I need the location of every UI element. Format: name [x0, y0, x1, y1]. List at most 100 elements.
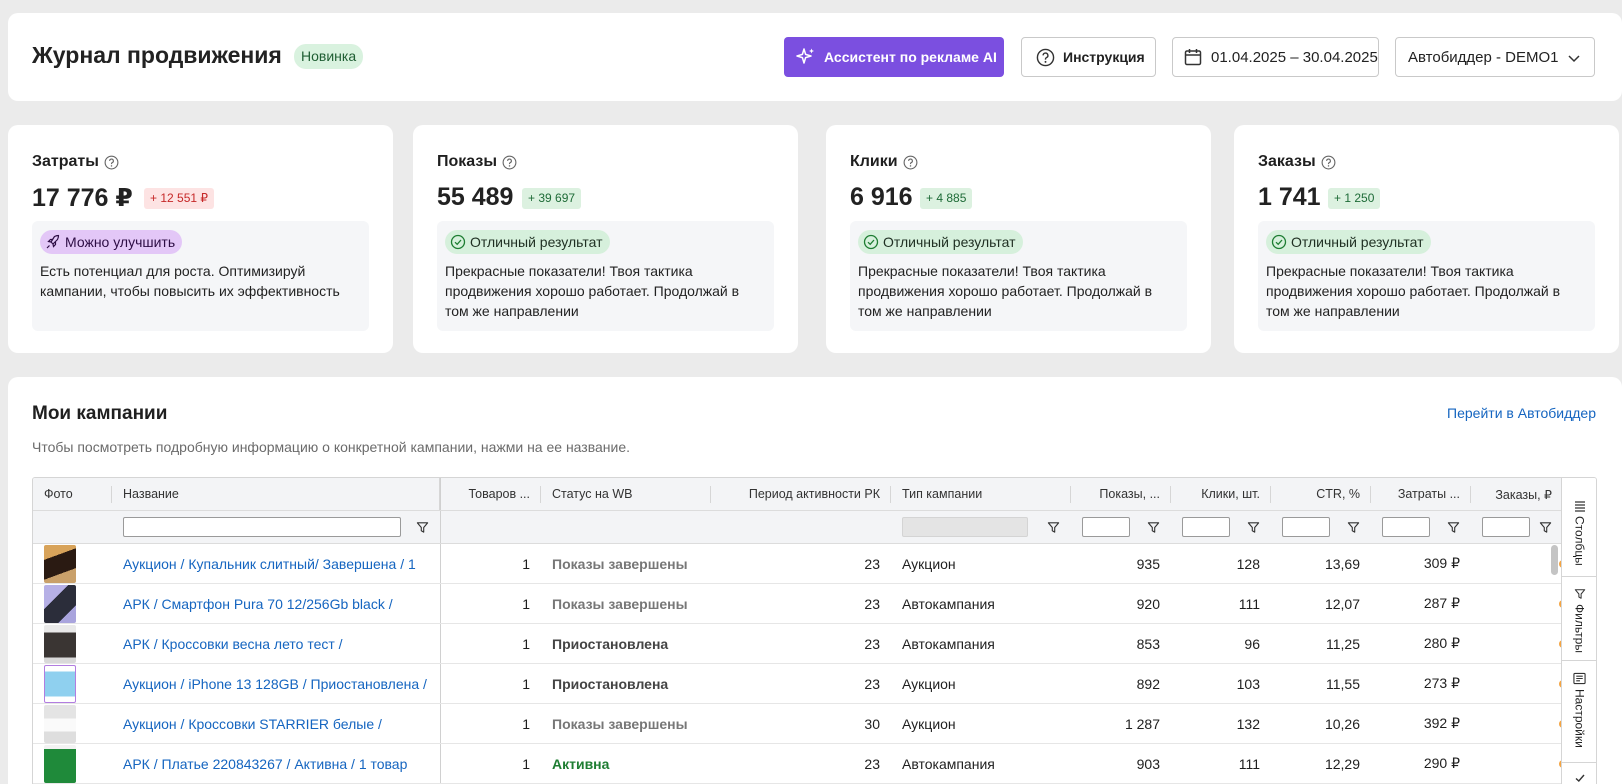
metric-tag-label: Отличный результат	[1291, 234, 1424, 250]
items-cell: 1	[522, 555, 530, 572]
orders-cell	[1471, 584, 1563, 623]
cost-cell: 273 ₽	[1423, 675, 1460, 691]
metric-card-views: Показы 55 489 + 39 697 Отличный результа…	[413, 125, 798, 353]
filter-icon[interactable]	[416, 521, 429, 534]
table-row[interactable]: Аукцион / Кроссовки STARRIER белые / 1 П…	[33, 704, 1563, 744]
table-row[interactable]: АРК / Кроссовки весна лето тест / 1 Прио…	[33, 624, 1563, 664]
column-header[interactable]: Название	[112, 478, 441, 510]
name-cell: АРК / Смартфон Pura 70 12/256Gb black /	[112, 584, 441, 623]
name-cell: Аукцион / Купальник слитный/ Завершена /…	[112, 544, 441, 583]
campaign-name-link[interactable]: Аукцион / Кроссовки STARRIER белые /	[123, 716, 382, 732]
help-icon[interactable]	[502, 155, 517, 170]
type-filter-select[interactable]	[902, 517, 1028, 537]
campaign-name-link[interactable]: АРК / Платье 220843267 / Активна / 1 тов…	[123, 756, 407, 772]
filter-icon[interactable]	[1047, 521, 1060, 534]
name-cell: АРК / Кроссовки весна лето тест /	[112, 624, 441, 663]
metric-label: Клики	[850, 153, 918, 171]
check-icon	[1575, 774, 1585, 782]
metric-label-text: Клики	[850, 153, 898, 170]
product-photo	[44, 624, 76, 663]
clicks-cell: 132	[1236, 715, 1260, 732]
column-header[interactable]: Фото	[33, 478, 112, 510]
bidder-select[interactable]: Автобиддер - DEMO1	[1395, 37, 1595, 77]
ctr-cell: 11,25	[1326, 635, 1360, 652]
column-header[interactable]: CTR, %	[1271, 478, 1371, 510]
metric-value: 17 776 ₽	[32, 184, 133, 212]
column-header[interactable]: Клики, шт.	[1171, 478, 1271, 510]
filter-icon[interactable]	[1247, 521, 1260, 534]
help-icon[interactable]	[903, 155, 918, 170]
vertical-scrollbar[interactable]	[1551, 545, 1558, 575]
filter-icon[interactable]	[1447, 521, 1460, 534]
orders-cell	[1471, 664, 1563, 703]
ai-assistant-button[interactable]: Ассистент по рекламе AI	[784, 37, 1004, 77]
column-header[interactable]: Тип кампании	[891, 478, 1071, 510]
metric-label: Заказы	[1258, 153, 1336, 171]
cost-cell: 309 ₽	[1423, 555, 1460, 571]
metric-delta: + 4 885	[920, 188, 973, 209]
filters-panel-button[interactable]: Фильтры	[1562, 588, 1596, 653]
column-header[interactable]: Статус на WB	[541, 478, 711, 510]
metric-tag: Отличный результат	[858, 230, 1023, 254]
metric-text: Прекрасные показатели! Твоя тактика прод…	[445, 263, 740, 319]
autobidder-link[interactable]: Перейти в Автобиддер	[1447, 405, 1596, 421]
campaign-name-link[interactable]: Аукцион / iPhone 13 128GB / Приостановле…	[123, 676, 427, 692]
views-filter-input[interactable]	[1082, 517, 1130, 537]
status-label: Показы завершены	[552, 595, 688, 612]
column-header[interactable]: Период активности РК	[711, 478, 891, 510]
check-panel-button[interactable]	[1562, 772, 1596, 784]
metric-card-clicks: Клики 6 916 + 4 885 Отличный результат П…	[826, 125, 1211, 353]
panel-divider	[1562, 660, 1596, 661]
views-cell: 892	[1136, 675, 1160, 692]
column-header[interactable]: Показы, ...	[1071, 478, 1171, 510]
clicks-filter-input[interactable]	[1182, 517, 1230, 537]
column-header[interactable]: Затраты ...	[1371, 478, 1471, 510]
settings-panel-button[interactable]: Настройки	[1562, 672, 1596, 748]
ctr-cell: 13,69	[1324, 555, 1360, 572]
table-row[interactable]: АРК / Платье 220843267 / Активна / 1 тов…	[33, 744, 1563, 784]
filter-icon	[1574, 589, 1585, 599]
campaign-name-link[interactable]: АРК / Кроссовки весна лето тест /	[123, 636, 343, 652]
status-label: Показы завершены	[552, 715, 688, 732]
columns-panel-button[interactable]: Столбцы	[1562, 500, 1596, 566]
metric-insight: Отличный результат Прекрасные показатели…	[850, 221, 1187, 331]
items-cell: 1	[522, 595, 530, 612]
ctr-cell: 10,26	[1324, 715, 1360, 732]
ctr-filter-input[interactable]	[1282, 517, 1330, 537]
period-cell: 23	[864, 635, 880, 652]
product-photo	[44, 704, 76, 743]
photo-cell	[33, 704, 112, 743]
metric-tag: Отличный результат	[445, 230, 610, 254]
filter-icon[interactable]	[1347, 521, 1360, 534]
clicks-cell: 111	[1238, 755, 1260, 772]
date-range-picker[interactable]: 01.04.2025 – 30.04.2025	[1172, 37, 1379, 77]
period-cell: 23	[864, 595, 880, 612]
table-row[interactable]: АРК / Смартфон Pura 70 12/256Gb black / …	[33, 584, 1563, 624]
table-row[interactable]: Аукцион / iPhone 13 128GB / Приостановле…	[33, 664, 1563, 704]
column-header[interactable]: Товаров ...	[441, 478, 541, 510]
rocket-icon	[46, 234, 60, 249]
views-cell: 920	[1136, 595, 1160, 612]
name-cell: Аукцион / Кроссовки STARRIER белые /	[112, 704, 441, 743]
product-photo	[44, 544, 76, 583]
type-cell: Аукцион	[902, 715, 956, 732]
cost-filter-input[interactable]	[1382, 517, 1430, 537]
metric-insight: Отличный результат Прекрасные показатели…	[1258, 221, 1595, 331]
help-icon[interactable]	[1321, 155, 1336, 170]
help-icon[interactable]	[104, 155, 119, 170]
campaigns-title: Мои кампании	[32, 403, 168, 424]
columns-icon	[1574, 501, 1585, 512]
calendar-icon	[1184, 49, 1202, 66]
instruction-button[interactable]: Инструкция	[1021, 37, 1156, 77]
campaign-name-link[interactable]: Аукцион / Купальник слитный/ Завершена /…	[123, 556, 416, 572]
metric-insight: Отличный результат Прекрасные показатели…	[437, 221, 774, 331]
filter-icon[interactable]	[1539, 521, 1552, 534]
campaign-name-link[interactable]: АРК / Смартфон Pura 70 12/256Gb black /	[123, 596, 393, 612]
filter-icon[interactable]	[1147, 521, 1160, 534]
name-filter-input[interactable]	[123, 517, 401, 537]
column-header[interactable]: Заказы, ₽	[1471, 478, 1563, 510]
type-cell: Аукцион	[902, 675, 956, 692]
orders-filter-input[interactable]	[1482, 517, 1530, 537]
instruction-label: Инструкция	[1063, 49, 1145, 65]
table-row[interactable]: Аукцион / Купальник слитный/ Завершена /…	[33, 544, 1563, 584]
